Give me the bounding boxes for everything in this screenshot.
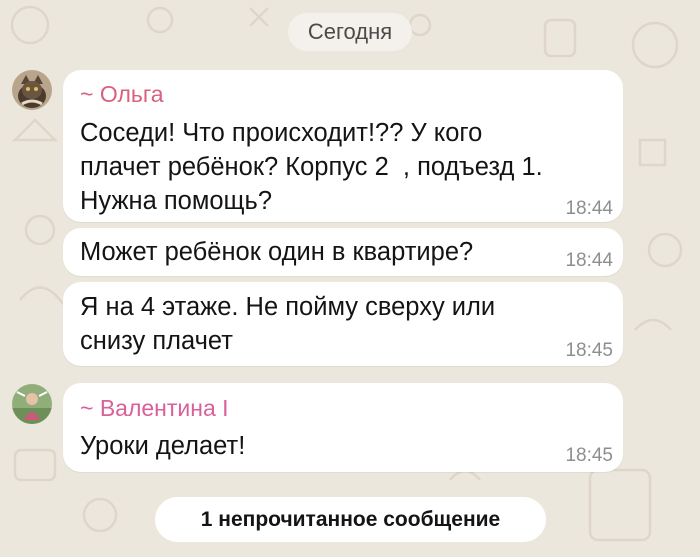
message-bubble[interactable]: ~ Валентина I Уроки делает! 18:45 xyxy=(63,383,623,472)
message-bubble[interactable]: Может ребёнок один в квартире? 18:44 xyxy=(63,228,623,276)
message-time: 18:44 xyxy=(565,250,613,271)
person-photo-icon xyxy=(12,384,52,424)
message-line: Может ребёнок один в квартире? xyxy=(80,238,474,266)
message-line: снизу плачет xyxy=(80,327,233,355)
message-bubble[interactable]: ~ Ольга Соседи! Что происходит!?? У кого… xyxy=(63,70,623,222)
message-bubble[interactable]: Я на 4 этаже. Не пойму сверху или снизу … xyxy=(63,282,623,366)
valentina-avatar[interactable] xyxy=(12,384,52,424)
message-line: Нужна помощь? xyxy=(80,187,273,215)
sender-name[interactable]: ~ Ольга xyxy=(80,81,164,108)
message-line: Соседи! Что происходит!?? У кого xyxy=(80,119,483,147)
message-line: Уроки делает! xyxy=(80,432,246,460)
message-line: Я на 4 этаже. Не пойму сверху или xyxy=(80,293,496,321)
message-time: 18:44 xyxy=(565,198,613,219)
cat-photo-icon xyxy=(12,70,52,110)
message-line: плачет ребёнок? Корпус 2 , подъезд 1. xyxy=(80,153,543,181)
unread-messages-button[interactable]: 1 непрочитанное сообщение xyxy=(155,497,546,542)
sender-name[interactable]: ~ Валентина I xyxy=(80,395,229,422)
message-time: 18:45 xyxy=(565,340,613,361)
message-time: 18:45 xyxy=(565,445,613,466)
olga-avatar[interactable] xyxy=(12,70,52,110)
date-chip: Сегодня xyxy=(288,13,412,51)
